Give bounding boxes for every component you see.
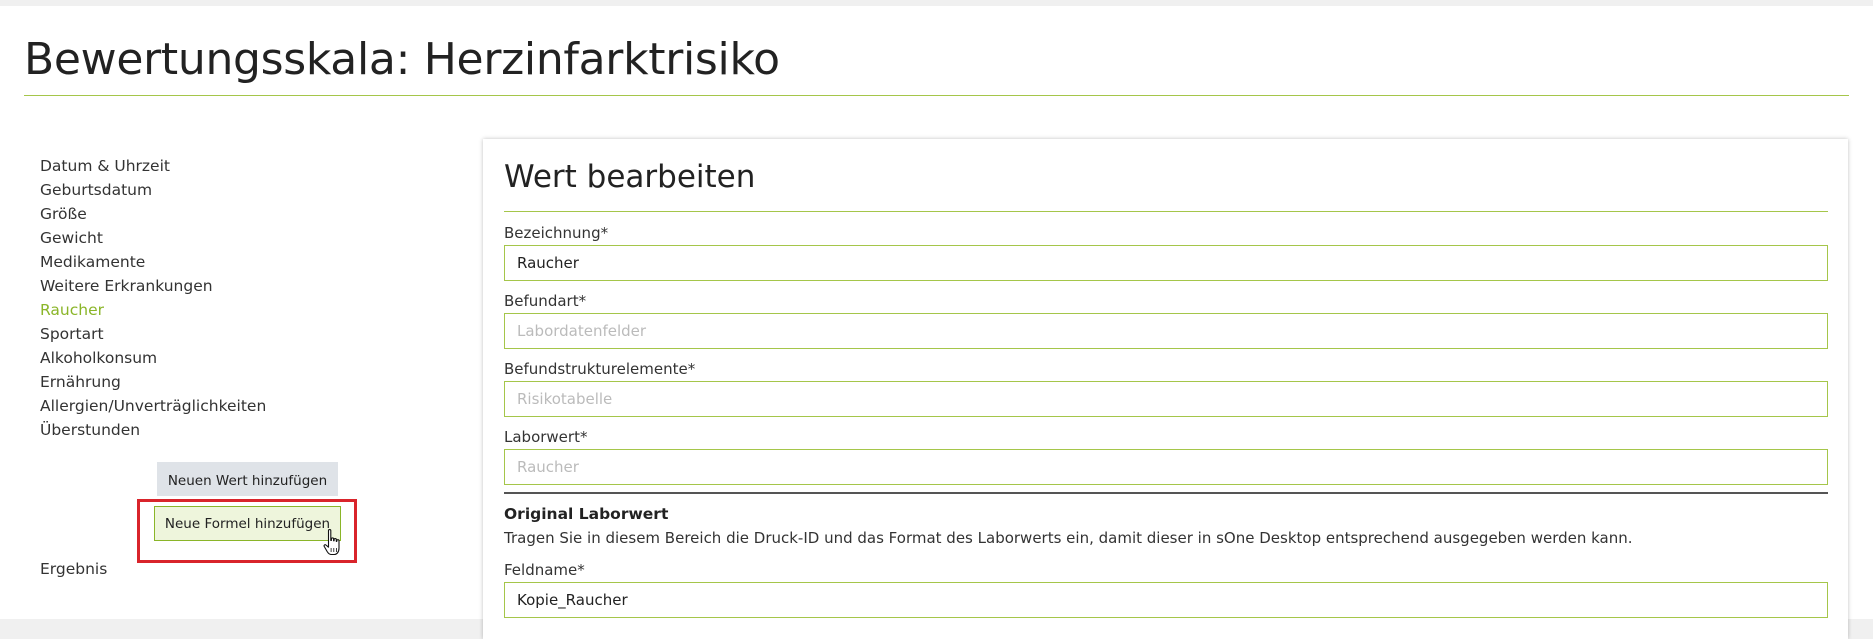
sidebar-item-medikamente[interactable]: Medikamente bbox=[40, 250, 440, 274]
sidebar-item-allergien[interactable]: Allergien/Unverträglichkeiten bbox=[40, 394, 440, 418]
befundstrukturelemente-label: Befundstrukturelemente* bbox=[504, 360, 696, 378]
bezeichnung-label: Bezeichnung* bbox=[504, 224, 609, 242]
app-frame: Bewertungsskala: Herzinfarktrisiko Datum… bbox=[0, 6, 1873, 639]
bezeichnung-input[interactable] bbox=[504, 245, 1828, 281]
add-value-button[interactable]: Neuen Wert hinzufügen bbox=[157, 462, 338, 496]
panel-title: Wert bearbeiten bbox=[504, 159, 756, 195]
befundart-input[interactable] bbox=[504, 313, 1828, 349]
sidebar-item-sportart[interactable]: Sportart bbox=[40, 322, 440, 346]
original-laborwert-heading: Original Laborwert bbox=[504, 505, 669, 523]
sidebar-item-alkoholkonsum[interactable]: Alkoholkonsum bbox=[40, 346, 440, 370]
sidebar-list: Datum & Uhrzeit Geburtsdatum Größe Gewic… bbox=[40, 154, 440, 442]
edit-value-panel: Wert bearbeiten Bezeichnung* Befundart* … bbox=[483, 139, 1848, 639]
feldname-label: Feldname* bbox=[504, 561, 585, 579]
sidebar-item-ergebnis[interactable]: Ergebnis bbox=[40, 557, 107, 581]
title-divider bbox=[24, 95, 1849, 96]
section-divider bbox=[504, 492, 1828, 494]
add-formula-button[interactable]: Neue Formel hinzufügen bbox=[154, 506, 341, 541]
hand-cursor-icon bbox=[323, 528, 340, 556]
sidebar-item-ueberstunden[interactable]: Überstunden bbox=[40, 418, 440, 442]
laborwert-input[interactable] bbox=[504, 449, 1828, 485]
sidebar-item-weitere-erkrankungen[interactable]: Weitere Erkrankungen bbox=[40, 274, 440, 298]
panel-title-divider bbox=[504, 211, 1828, 212]
original-laborwert-description: Tragen Sie in diesem Bereich die Druck-I… bbox=[504, 529, 1633, 547]
sidebar-item-gewicht[interactable]: Gewicht bbox=[40, 226, 440, 250]
sidebar-item-ernaehrung[interactable]: Ernährung bbox=[40, 370, 440, 394]
sidebar-item-groesse[interactable]: Größe bbox=[40, 202, 440, 226]
page-title: Bewertungsskala: Herzinfarktrisiko bbox=[24, 34, 780, 85]
sidebar-item-datum-uhrzeit[interactable]: Datum & Uhrzeit bbox=[40, 154, 440, 178]
feldname-input[interactable] bbox=[504, 582, 1828, 618]
laborwert-label: Laborwert* bbox=[504, 428, 588, 446]
befundstrukturelemente-input[interactable] bbox=[504, 381, 1828, 417]
befundart-label: Befundart* bbox=[504, 292, 587, 310]
sidebar: Datum & Uhrzeit Geburtsdatum Größe Gewic… bbox=[40, 154, 440, 442]
sidebar-item-geburtsdatum[interactable]: Geburtsdatum bbox=[40, 178, 440, 202]
sidebar-item-raucher[interactable]: Raucher bbox=[40, 298, 440, 322]
